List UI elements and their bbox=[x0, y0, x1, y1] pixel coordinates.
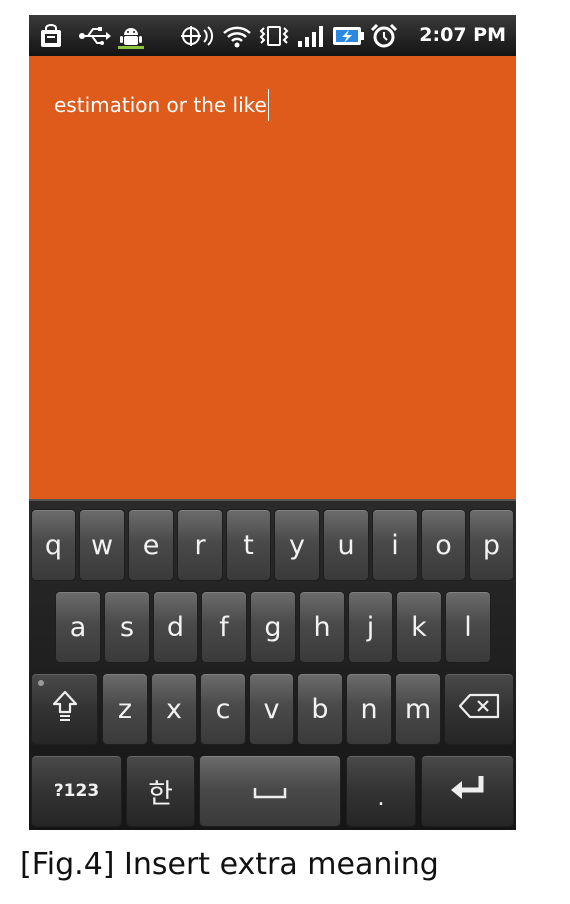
key-x[interactable]: x bbox=[151, 673, 197, 745]
text-cursor bbox=[267, 88, 269, 121]
figure-caption: [Fig.4] Insert extra meaning bbox=[20, 847, 439, 882]
battery-charging-icon bbox=[331, 23, 365, 48]
phone-screen: 2:07 PM estimation or the like q w e r t… bbox=[29, 15, 516, 830]
backspace-key[interactable] bbox=[444, 673, 514, 745]
key-a[interactable]: a bbox=[55, 591, 101, 663]
key-n[interactable]: n bbox=[346, 673, 392, 745]
shift-key[interactable] bbox=[31, 673, 98, 745]
key-r[interactable]: r bbox=[177, 509, 223, 581]
key-s[interactable]: s bbox=[104, 591, 150, 663]
enter-key[interactable] bbox=[421, 755, 514, 827]
soft-keyboard: q w e r t y u i o p a s d f g h j k l z … bbox=[29, 499, 516, 830]
editor-text: estimation or the like bbox=[54, 93, 267, 117]
key-p[interactable]: p bbox=[469, 509, 514, 581]
key-i[interactable]: i bbox=[372, 509, 418, 581]
gps-icon bbox=[179, 23, 215, 48]
key-l[interactable]: l bbox=[445, 591, 491, 663]
key-h[interactable]: h bbox=[299, 591, 345, 663]
key-w[interactable]: w bbox=[79, 509, 125, 581]
shift-icon bbox=[52, 690, 78, 729]
android-debug-icon bbox=[117, 23, 145, 49]
backspace-icon bbox=[458, 693, 500, 726]
key-j[interactable]: j bbox=[348, 591, 393, 663]
space-icon bbox=[253, 776, 287, 807]
alarm-icon bbox=[369, 23, 399, 48]
shift-indicator-dot bbox=[38, 680, 44, 686]
key-g[interactable]: g bbox=[250, 591, 296, 663]
key-c[interactable]: c bbox=[200, 673, 246, 745]
signal-bars-icon bbox=[295, 23, 325, 48]
key-f[interactable]: f bbox=[201, 591, 247, 663]
key-k[interactable]: k bbox=[396, 591, 442, 663]
key-o[interactable]: o bbox=[421, 509, 466, 581]
key-m[interactable]: m bbox=[395, 673, 441, 745]
key-v[interactable]: v bbox=[249, 673, 294, 745]
status-bar: 2:07 PM bbox=[29, 15, 516, 56]
key-d[interactable]: d bbox=[153, 591, 198, 663]
language-key[interactable]: 한 bbox=[126, 755, 195, 827]
usb-icon bbox=[77, 23, 113, 48]
period-key-label: . bbox=[377, 785, 385, 811]
space-key[interactable] bbox=[199, 755, 341, 827]
wifi-icon bbox=[221, 23, 253, 48]
enter-icon bbox=[449, 774, 487, 809]
key-t[interactable]: t bbox=[226, 509, 271, 581]
symbols-key-label: ?123 bbox=[53, 781, 100, 801]
text-editor-area[interactable]: estimation or the like bbox=[29, 56, 516, 499]
vibrate-icon bbox=[257, 23, 291, 48]
language-key-label: 한 bbox=[148, 778, 173, 810]
key-y[interactable]: y bbox=[274, 509, 320, 581]
key-z[interactable]: z bbox=[102, 673, 148, 745]
symbols-key[interactable]: ?123 bbox=[31, 755, 122, 827]
key-b[interactable]: b bbox=[297, 673, 343, 745]
bag-notification-icon bbox=[37, 23, 65, 48]
editor-text-line[interactable]: estimation or the like bbox=[54, 88, 269, 121]
period-key[interactable]: . bbox=[346, 755, 416, 827]
key-q[interactable]: q bbox=[31, 509, 76, 581]
key-u[interactable]: u bbox=[323, 509, 369, 581]
key-e[interactable]: e bbox=[128, 509, 174, 581]
status-clock: 2:07 PM bbox=[419, 24, 506, 46]
